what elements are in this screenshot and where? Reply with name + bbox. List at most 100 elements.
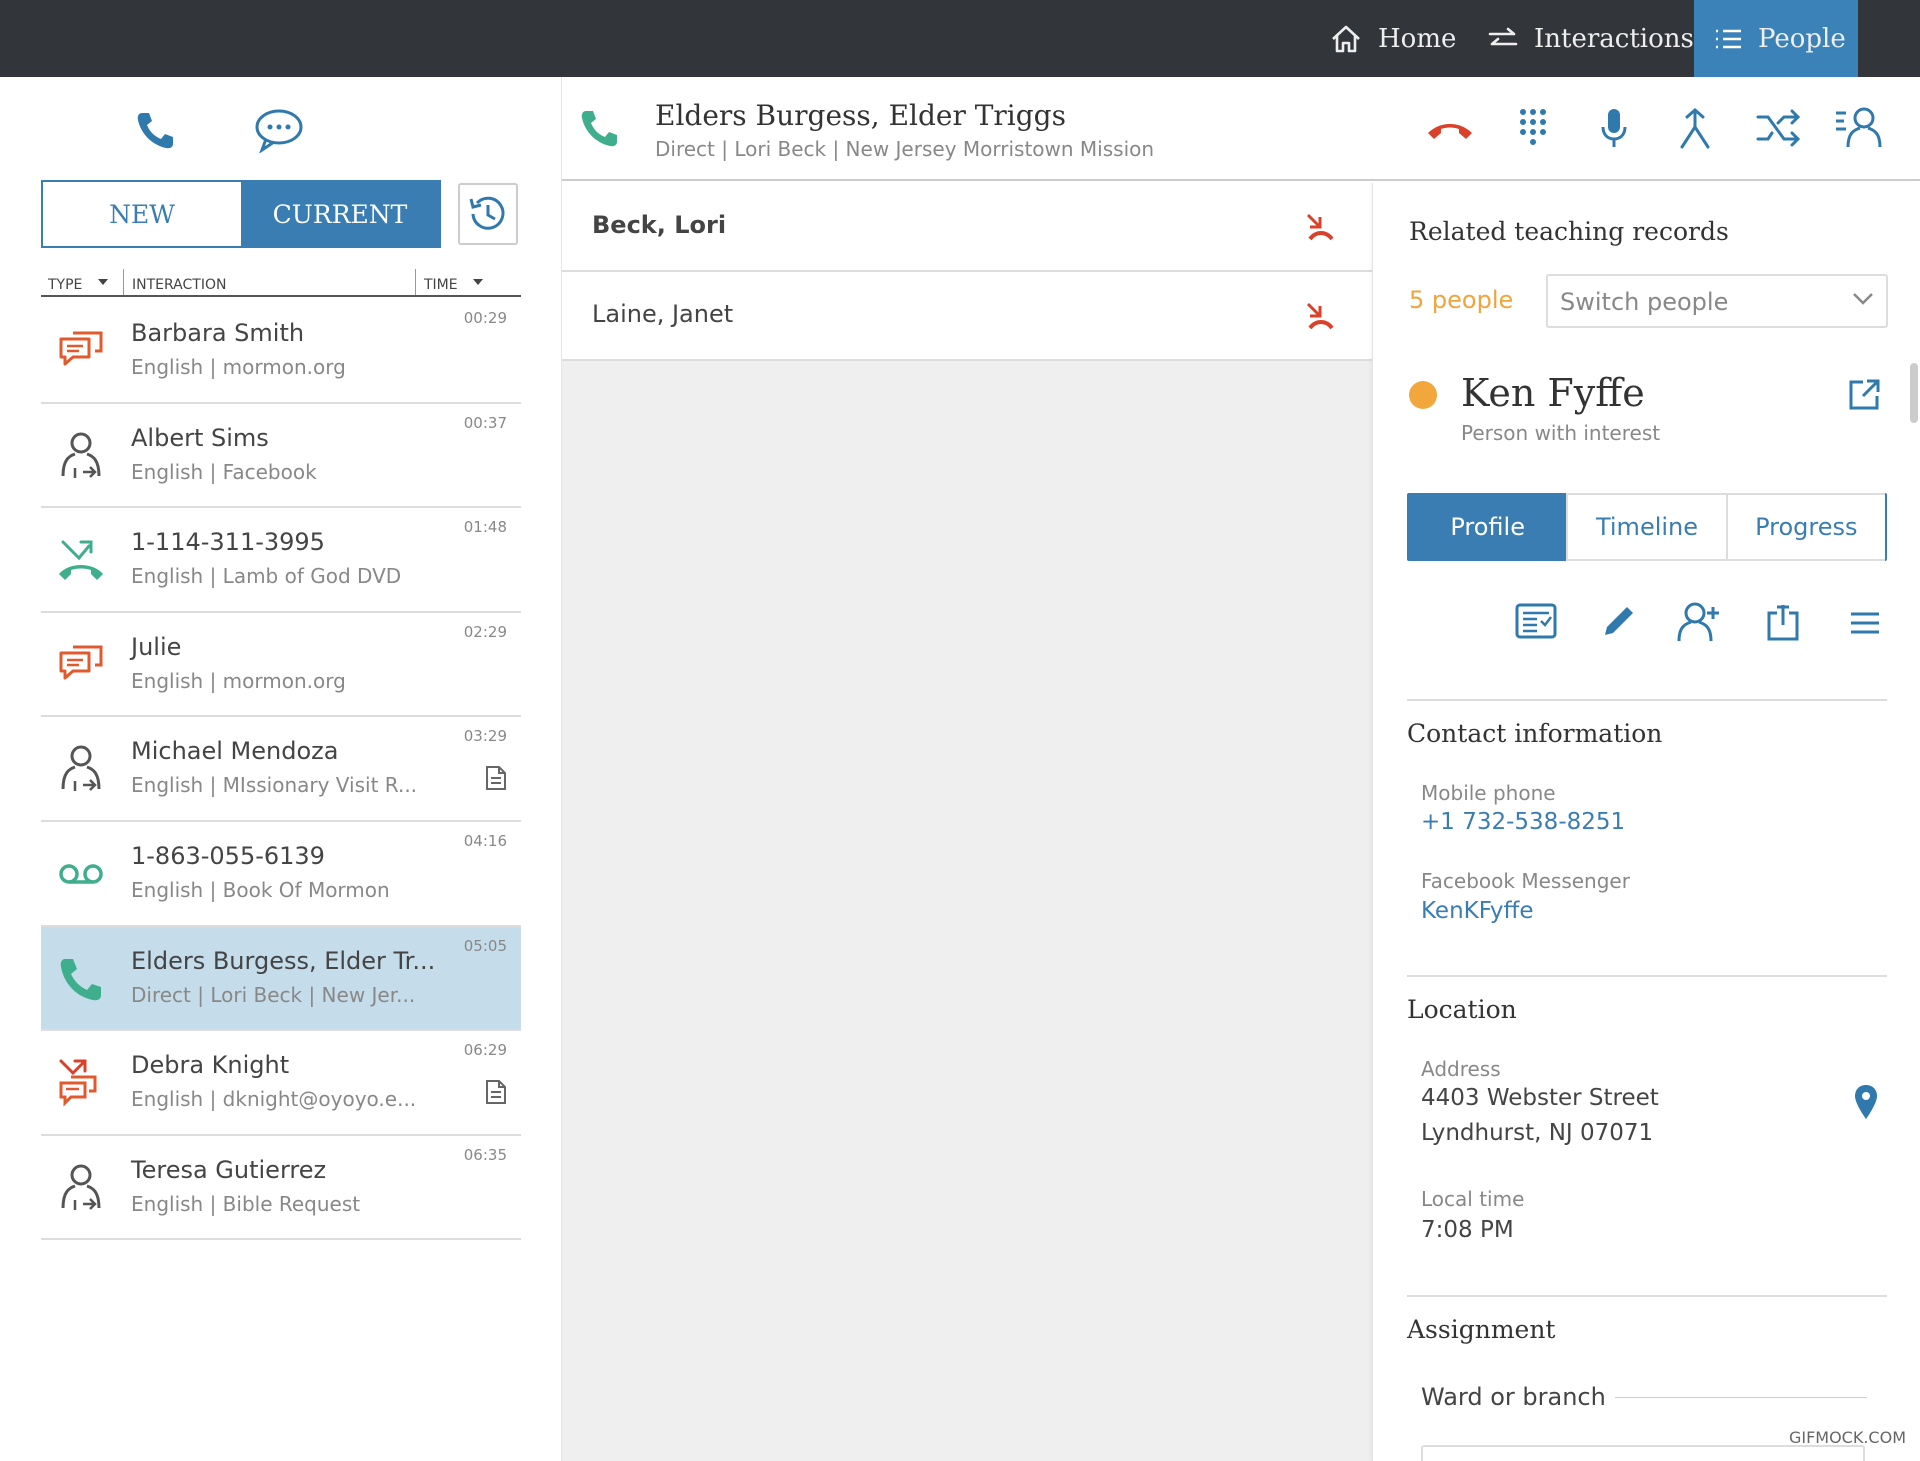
column-separator [123,269,124,295]
location-title: Location [1407,995,1517,1024]
missed-call-icon [59,540,103,581]
interaction-time: 06:35 [463,1145,507,1164]
person-referral-icon [61,745,101,792]
interaction-details: English | Bible Request [131,1191,361,1216]
nav-people-label: People [1758,23,1846,54]
list-item[interactable]: Debra Knight English | dknight@oyoyo.e..… [41,1031,521,1136]
merge-icon[interactable] [1678,107,1712,149]
section-divider [1407,1295,1887,1297]
interaction-name: Barbara Smith [131,319,305,347]
section-divider [1407,699,1887,701]
voicemail-icon [59,864,103,884]
nav-home-label: Home [1378,23,1457,54]
nav-home[interactable]: Home [1330,0,1456,77]
add-person-icon[interactable] [1675,601,1727,643]
share-icon[interactable] [1765,601,1801,643]
mobile-phone-label: Mobile phone [1421,781,1556,805]
phone-icon [60,958,101,1000]
list-item[interactable]: Michael Mendoza English | MIssionary Vis… [41,717,521,822]
column-separator [415,269,416,295]
interaction-name: 1-114-311-3995 [131,528,325,557]
interaction-name: Albert Sims [131,423,269,452]
tab-profile[interactable]: Profile [1409,495,1567,559]
interaction-time: 03:29 [463,727,507,746]
nav-people[interactable]: People [1694,0,1858,77]
list-item[interactable]: 1-114-311-3995 English | Lamb of God DVD… [41,508,521,613]
list-item-selected[interactable]: Elders Burgess, Elder Tr... Direct | Lor… [41,926,521,1032]
chevron-down-icon [1853,293,1873,305]
column-interaction[interactable]: INTERACTION [132,277,226,293]
list-item[interactable]: Barbara Smith English | mormon.org 00:29 [41,299,521,404]
local-time-label: Local time [1421,1187,1525,1211]
tab-timeline[interactable]: Timeline [1566,493,1726,561]
mobile-phone-link[interactable]: +1 732-538-8251 [1421,809,1625,835]
people-count-link[interactable]: 5 people [1409,286,1513,314]
interaction-time: 00:37 [463,413,507,432]
interaction-time: 00:29 [463,309,507,327]
phone-icon [581,111,617,147]
document-icon[interactable] [485,765,507,791]
person-referral-icon [61,432,101,478]
external-link-icon[interactable] [1847,378,1881,412]
active-call-header: Elders Burgess, Elder Triggs Direct | Lo… [562,77,1920,181]
interaction-time: 02:29 [463,622,507,641]
local-time-value: 7:08 PM [1421,1217,1514,1243]
list-item[interactable]: Teresa Gutierrez English | Bible Request… [41,1136,521,1241]
interaction-name: Elders Burgess, Elder Tr... [131,946,436,975]
tab-new[interactable]: NEW [43,182,241,246]
column-time[interactable]: TIME [424,277,458,293]
switch-people-placeholder: Switch people [1560,288,1729,316]
nav-interactions[interactable]: Interactions [1488,0,1694,77]
missed-chat-icon [59,1059,97,1107]
interaction-details: English | Facebook [131,459,317,484]
interaction-details: English | mormon.org [131,355,346,379]
home-icon [1332,25,1360,52]
ward-or-branch-label: Ward or branch [1421,1383,1606,1411]
record-card-icon[interactable] [1515,603,1557,639]
list-column-headers: TYPE INTERACTION TIME [41,269,521,297]
interaction-name: 1-863-055-6139 [131,841,325,870]
sort-down-icon [98,279,108,285]
participant-name: Beck, Lori [592,211,727,239]
tab-progress[interactable]: Progress [1725,493,1885,561]
participant-row[interactable]: Beck, Lori [562,183,1372,272]
ward-or-branch-input[interactable] [1421,1445,1865,1461]
menu-icon[interactable] [1849,611,1881,635]
phone-channel-icon[interactable] [134,109,176,151]
interaction-time: 01:48 [463,518,507,537]
map-pin-icon[interactable] [1853,1083,1879,1121]
transfer-icon[interactable] [1756,109,1802,147]
interaction-details: English | Book Of Mormon [131,877,390,902]
pencil-icon[interactable] [1601,603,1637,639]
new-current-toggle: NEW CURRENT [41,180,441,248]
document-icon[interactable] [485,1079,507,1105]
interaction-list-pane: NEW CURRENT TYPE INTERACTION TIME Barbar… [0,77,562,1461]
contact-information-title: Contact information [1407,719,1663,748]
facebook-messenger-link[interactable]: KenKFyffe [1421,898,1533,924]
swap-arrows-icon [1488,27,1518,45]
chat-channel-icon[interactable] [254,107,304,153]
call-subtitle: Direct | Lori Beck | New Jersey Morristo… [655,137,1155,161]
tab-current[interactable]: CURRENT [241,182,439,246]
person-search-icon[interactable] [1834,105,1886,149]
scrollbar-thumb[interactable] [1910,363,1918,423]
microphone-icon[interactable] [1600,107,1628,149]
list-item[interactable]: Julie English | mormon.org 02:29 [41,613,521,718]
end-participant-call-icon[interactable] [1306,213,1334,241]
column-type[interactable]: TYPE [48,277,82,293]
address-line-1: 4403 Webster Street [1421,1085,1659,1111]
interaction-details: English | dknight@oyoyo.e... [131,1087,417,1112]
hang-up-icon[interactable] [1426,119,1474,141]
facebook-messenger-label: Facebook Messenger [1421,869,1630,893]
participant-row[interactable]: Laine, Janet [562,272,1372,361]
end-participant-call-icon[interactable] [1306,302,1334,330]
related-records-title: Related teaching records [1409,217,1729,246]
list-item[interactable]: 1-863-055-6139 English | Book Of Mormon … [41,822,521,927]
address-label: Address [1421,1057,1501,1081]
call-participants-panel: Beck, Lori Laine, Janet [562,183,1372,1461]
list-item[interactable]: Albert Sims English | Facebook 00:37 [41,404,521,509]
history-button[interactable] [458,183,518,245]
dialpad-icon[interactable] [1518,107,1548,147]
top-navigation-bar: Home Interactions People [0,0,1920,77]
switch-people-select[interactable]: Switch people [1546,274,1888,328]
